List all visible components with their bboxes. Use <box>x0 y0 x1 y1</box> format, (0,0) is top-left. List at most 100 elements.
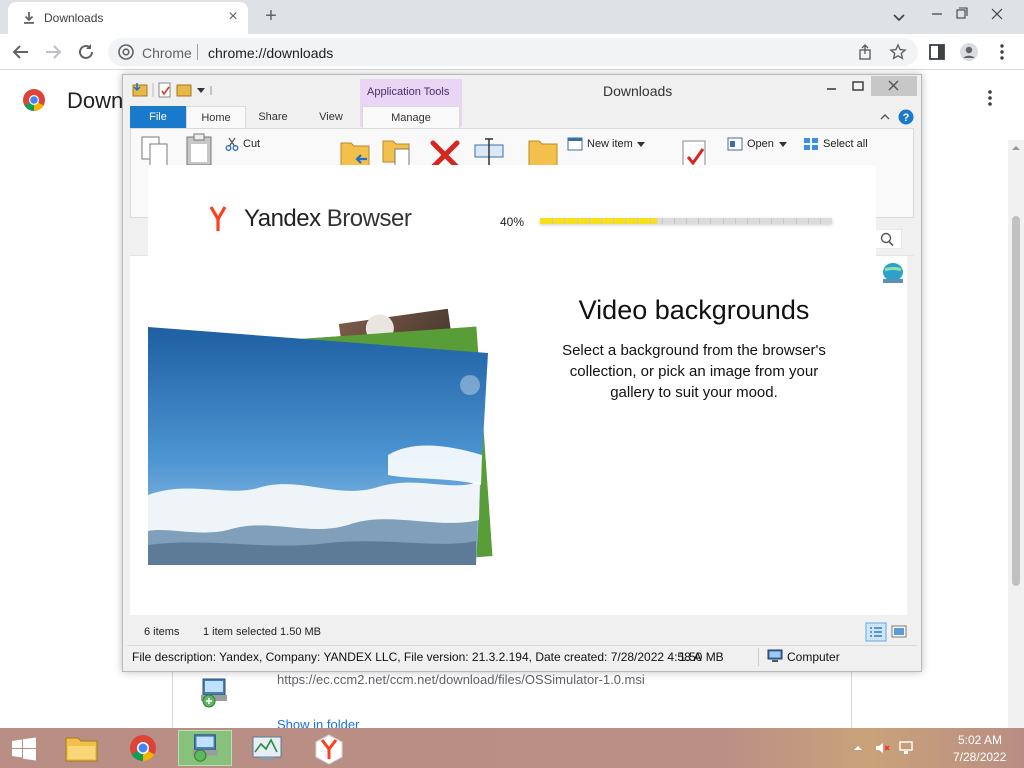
paste-icon[interactable] <box>183 133 215 167</box>
feature-description: Select a background from the browser's c… <box>562 342 826 401</box>
explorer-title: Downloads <box>603 83 673 99</box>
svg-text:?: ? <box>903 112 910 124</box>
download-item-card: https://ec.ccm2.net/ccm.net/download/fil… <box>172 666 852 736</box>
tab-title: Downloads <box>44 11 104 25</box>
explorer-scrollbar[interactable] <box>907 256 921 616</box>
windows-start-icon[interactable] <box>10 737 38 761</box>
download-url[interactable]: https://ec.ccm2.net/ccm.net/download/fil… <box>277 672 645 687</box>
progress-tick <box>637 218 638 224</box>
details-divider <box>758 648 759 666</box>
open-dropdown-icon[interactable] <box>779 142 787 148</box>
tab-home[interactable]: Home <box>186 106 246 128</box>
help-icon[interactable]: ? <box>898 109 914 125</box>
feature-heading: Video backgrounds <box>578 295 810 325</box>
site-name: Chrome <box>142 45 192 61</box>
tab-file[interactable]: File <box>130 106 186 128</box>
new-item-button[interactable]: New item <box>587 138 633 150</box>
progress-tick <box>771 218 772 224</box>
tray-overflow-chevron-icon[interactable] <box>850 740 866 756</box>
progress-tick <box>625 218 626 224</box>
scissors-icon[interactable] <box>225 137 239 151</box>
copy-icon[interactable] <box>139 135 171 169</box>
yandex-installer-window: Yandex Browser 40% Video backgrounds Sel… <box>148 165 876 565</box>
brand-product: Browser <box>320 205 412 232</box>
rename-icon[interactable] <box>473 135 505 169</box>
taskbar-task-manager-icon[interactable] <box>240 730 294 766</box>
taskbar-chrome-icon[interactable] <box>116 730 170 766</box>
address-bar[interactable]: Chrome chrome://downloads <box>108 38 918 66</box>
taskbar-yandex-icon[interactable] <box>302 730 356 766</box>
reload-icon[interactable] <box>75 41 97 63</box>
progress-bar-fill <box>540 218 657 224</box>
new-item-icon[interactable] <box>567 137 583 151</box>
explorer-search-icon[interactable] <box>874 229 902 249</box>
progress-bar <box>540 218 832 224</box>
move-to-folder-icon[interactable] <box>339 135 371 169</box>
progress-percent: 40% <box>500 215 525 229</box>
brand-name: Yandex <box>244 205 321 232</box>
select-all-icon[interactable] <box>803 137 819 151</box>
application-tools-label: Application Tools <box>367 86 450 98</box>
open-button[interactable]: Open <box>747 138 774 150</box>
page-title: Down <box>67 88 124 113</box>
yandex-logo-icon <box>209 206 227 231</box>
progress-tick <box>783 218 784 224</box>
progress-tick <box>796 218 797 224</box>
back-arrow-icon[interactable] <box>10 41 32 63</box>
location-label: Computer <box>787 650 840 664</box>
omnibox-divider <box>197 44 198 60</box>
explorer-title-bar: Application Tools Downloads <box>123 75 921 127</box>
share-icon[interactable] <box>857 43 875 61</box>
profile-avatar-icon[interactable] <box>959 42 979 62</box>
new-tab-button[interactable]: + <box>260 5 282 27</box>
progress-tick <box>589 218 590 224</box>
cut-label[interactable]: Cut <box>243 138 260 150</box>
installer-header: Yandex Browser 40% <box>148 165 876 287</box>
file-description: File description: Yandex, Company: YANDE… <box>132 650 702 664</box>
side-panel-icon[interactable] <box>927 42 947 62</box>
page-scrollbar[interactable] <box>1008 140 1024 768</box>
quick-access-toolbar[interactable] <box>131 81 231 99</box>
tab-downloads[interactable]: Downloads × <box>8 2 248 34</box>
installer-brand: Yandex Browser <box>244 205 412 233</box>
url-text[interactable]: chrome://downloads <box>208 45 333 61</box>
view-mode-toggle[interactable] <box>865 622 911 642</box>
open-icon[interactable] <box>727 137 743 151</box>
restore-icon[interactable] <box>946 2 976 26</box>
volume-muted-icon[interactable] <box>874 740 890 756</box>
bookmark-star-icon[interactable] <box>889 43 907 61</box>
progress-tick <box>601 218 602 224</box>
tab-manage[interactable]: Manage <box>362 106 460 128</box>
new-item-dropdown-icon[interactable] <box>637 142 645 148</box>
explorer-details-bar: File description: Yandex, Company: YANDE… <box>127 645 917 667</box>
clock-time[interactable]: 5:02 AM <box>958 733 1002 747</box>
close-icon[interactable] <box>982 2 1012 26</box>
progress-tick <box>686 218 687 224</box>
windows-taskbar: 5:02 AM 7/28/2022 <box>0 728 1024 768</box>
taskbar-installer-icon[interactable] <box>178 730 232 766</box>
tab-view[interactable]: View <box>314 106 348 128</box>
ribbon-tabs: File Home Share View Manage ? <box>130 106 914 128</box>
forward-arrow-icon[interactable] <box>42 41 64 63</box>
progress-tick <box>747 218 748 224</box>
progress-tick <box>577 218 578 224</box>
tab-search-chevron-icon[interactable] <box>890 8 908 26</box>
ribbon-collapse-chevron-icon[interactable] <box>878 110 892 124</box>
progress-tick <box>650 218 651 224</box>
more-menu-icon[interactable] <box>992 42 1012 62</box>
background-photo-collage <box>148 308 493 565</box>
progress-tick <box>564 218 565 224</box>
progress-tick <box>759 218 760 224</box>
page-more-icon[interactable] <box>980 88 1000 108</box>
new-folder-icon[interactable] <box>527 135 559 169</box>
network-icon[interactable] <box>898 740 914 756</box>
clock-date[interactable]: 7/28/2022 <box>953 750 1006 764</box>
explorer-close-icon[interactable] <box>871 76 917 96</box>
network-globe-icon[interactable] <box>880 262 906 284</box>
taskbar-file-explorer-icon[interactable] <box>54 730 108 766</box>
select-all-button[interactable]: Select all <box>823 138 868 150</box>
tab-close-icon[interactable]: × <box>224 8 242 26</box>
copy-to-folder-icon[interactable] <box>381 135 413 169</box>
chrome-logo-icon <box>23 89 45 111</box>
tab-share[interactable]: Share <box>252 106 294 128</box>
